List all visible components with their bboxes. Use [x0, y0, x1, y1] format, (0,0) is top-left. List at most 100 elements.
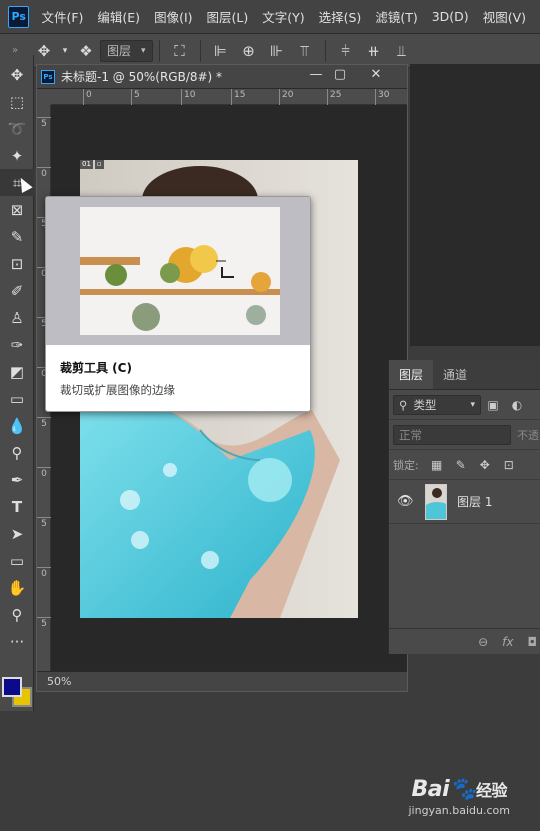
menu-select[interactable]: 选择(S) [319, 7, 362, 26]
tab-layers[interactable]: 图层 [389, 360, 434, 389]
divider [324, 39, 326, 62]
move-tool-icon[interactable]: ✥ [0, 61, 34, 88]
hand-tool-icon[interactable]: ✋ [0, 574, 34, 601]
lasso-tool-icon[interactable]: ➰ [0, 115, 34, 142]
ruler-tick-label: 0 [37, 567, 51, 580]
ruler-tick-label: 5 [131, 89, 140, 105]
menu-view[interactable]: 视图(V) [483, 7, 526, 26]
ruler-tick-label: 5 [37, 617, 51, 630]
stamp-tool-icon[interactable]: ♙ [0, 304, 34, 331]
lock-artboard-icon[interactable]: ⊡ [497, 458, 521, 472]
lock-label: 锁定: [393, 458, 419, 472]
distribute-bottom-icon[interactable]: ⫫ [388, 39, 416, 63]
ruler-tick-label: 5 [37, 517, 51, 530]
menu-layer[interactable]: 图层(L) [207, 7, 249, 26]
layer-filter-dropdown[interactable]: ⚲ 类型 ▾ [393, 394, 481, 415]
healing-brush-icon[interactable]: ⊡ [0, 250, 34, 277]
crop-tool-tooltip: 裁剪工具 (C) 裁切或扩展图像的边缘 [45, 196, 311, 412]
document-title: 未标题-1 @ 50%(RGB/8#) * [61, 70, 223, 84]
search-icon: ⚲ [399, 397, 408, 412]
baidu-logo: Bai🐾经验 [408, 777, 510, 802]
baidu-brand-prefix: Bai [411, 777, 450, 802]
menu-file[interactable]: 文件(F) [41, 7, 83, 26]
brush-tool-icon[interactable]: ✐ [0, 277, 34, 304]
ruler-tick-label: 0 [37, 167, 51, 180]
lock-transparent-icon[interactable]: ▦ [425, 458, 449, 472]
lock-pixels-icon[interactable]: ✎ [449, 458, 473, 472]
lock-row: 锁定: ▦ ✎ ✥ ⊡ [389, 450, 540, 480]
align-left-icon[interactable]: ⊫ [207, 39, 235, 63]
minimize-icon[interactable]: — [303, 67, 329, 82]
frame-tool-icon[interactable]: ⊠ [0, 196, 34, 223]
distribute-icon[interactable]: ⫩ [332, 39, 360, 63]
workspace-background [410, 64, 540, 346]
menu-bar: Ps 文件(F) 编辑(E) 图像(I) 图层(L) 文字(Y) 选择(S) 滤… [0, 0, 540, 34]
align-top-icon[interactable]: ⫪ [291, 39, 319, 63]
layers-panel-tabs: 图层 通道 [389, 360, 540, 390]
transform-controls-icon[interactable]: ⛶ [166, 39, 194, 63]
thumbnail-figure [426, 484, 446, 519]
blur-tool-icon[interactable]: 💧 [0, 412, 34, 439]
tooltip-preview-image [46, 197, 310, 345]
type-tool-icon[interactable]: T [0, 493, 34, 520]
visibility-eye-icon[interactable]: 👁 [397, 494, 419, 509]
blend-mode-dropdown[interactable]: 正常 [393, 424, 511, 445]
align-center-icon[interactable]: ⊕ [235, 39, 263, 63]
path-select-icon[interactable]: ➤ [0, 520, 34, 547]
horizontal-ruler[interactable]: 0 5 10 15 20 25 30 [51, 89, 407, 105]
ruler-tick-label: 0 [37, 467, 51, 480]
rectangle-tool-icon[interactable]: ▭ [0, 547, 34, 574]
document-ps-icon: Ps [41, 69, 55, 84]
document-tab[interactable]: Ps 未标题-1 @ 50%(RGB/8#) * — ▢ ✕ [37, 65, 407, 89]
pen-tool-icon[interactable]: ✒ [0, 466, 34, 493]
blend-mode-value: 正常 [399, 427, 422, 442]
link-layers-icon[interactable]: ⊖ [478, 635, 488, 649]
move-tool-icon[interactable]: ✥ [30, 39, 58, 63]
more-tools-icon[interactable]: ··· [0, 628, 34, 655]
history-brush-icon[interactable]: ✑ [0, 331, 34, 358]
menu-3d[interactable]: 3D(D) [432, 9, 469, 24]
adjustment-filter-icon[interactable]: ◐ [505, 398, 529, 412]
dodge-tool-icon[interactable]: ⚲ [0, 439, 34, 466]
layer-badge: 01 ▫ [80, 160, 104, 169]
tool-preset-dropdown-icon[interactable]: ▾ [58, 39, 72, 63]
divider [199, 39, 201, 62]
distribute-center-icon[interactable]: ⧺ [360, 39, 388, 63]
fx-icon[interactable]: fx [502, 635, 513, 649]
filter-type-label: 类型 [413, 397, 437, 412]
zoom-level[interactable]: 50% [37, 671, 407, 691]
divider [158, 39, 160, 62]
eyedropper-icon[interactable]: ✎ [0, 223, 34, 250]
align-right-icon[interactable]: ⊪ [263, 39, 291, 63]
gradient-tool-icon[interactable]: ▭ [0, 385, 34, 412]
auto-select-dropdown[interactable]: 图层 ▾ [100, 39, 153, 62]
marquee-tool-icon[interactable]: ⬚ [0, 88, 34, 115]
photoshop-logo: Ps [8, 5, 30, 28]
foreground-color-swatch[interactable] [2, 677, 22, 697]
eraser-icon[interactable]: ◩ [0, 358, 34, 385]
ruler-tick-label: 15 [231, 89, 245, 105]
layer-row[interactable]: 👁 图层 1 [389, 480, 540, 524]
magic-wand-icon[interactable]: ✦ [0, 142, 34, 169]
ruler-tick-label: 10 [181, 89, 195, 105]
ruler-corner[interactable] [37, 89, 51, 105]
opacity-label: 不透 [517, 428, 539, 442]
maximize-icon[interactable]: ▢ [327, 67, 353, 82]
image-filter-icon[interactable]: ▣ [481, 398, 505, 412]
menu-filter[interactable]: 滤镜(T) [375, 7, 417, 26]
ruler-tick-label: 25 [327, 89, 341, 105]
lock-position-icon[interactable]: ✥ [473, 458, 497, 472]
tab-channels[interactable]: 通道 [433, 360, 477, 389]
ruler-tick-label: 5 [37, 117, 51, 130]
add-mask-icon[interactable]: ◘ [528, 635, 538, 649]
tooltip-title: 裁剪工具 (C) [60, 361, 132, 375]
ruler-tick-label: 0 [83, 89, 92, 105]
tools-panel: ✥ ⬚ ➰ ✦ ⌗ ⊠ ✎ ⊡ ✐ ♙ ✑ ◩ ▭ 💧 ⚲ ✒ T ➤ ▭ ✋ … [0, 55, 34, 711]
close-icon[interactable]: ✕ [363, 67, 389, 82]
blend-mode-row: 正常 不透 [389, 420, 540, 450]
menu-image[interactable]: 图像(I) [154, 7, 192, 26]
menu-edit[interactable]: 编辑(E) [97, 7, 140, 26]
menu-type[interactable]: 文字(Y) [262, 7, 304, 26]
auto-select-layers-icon[interactable]: ❖ [72, 39, 100, 63]
zoom-tool-icon[interactable]: ⚲ [0, 601, 34, 628]
